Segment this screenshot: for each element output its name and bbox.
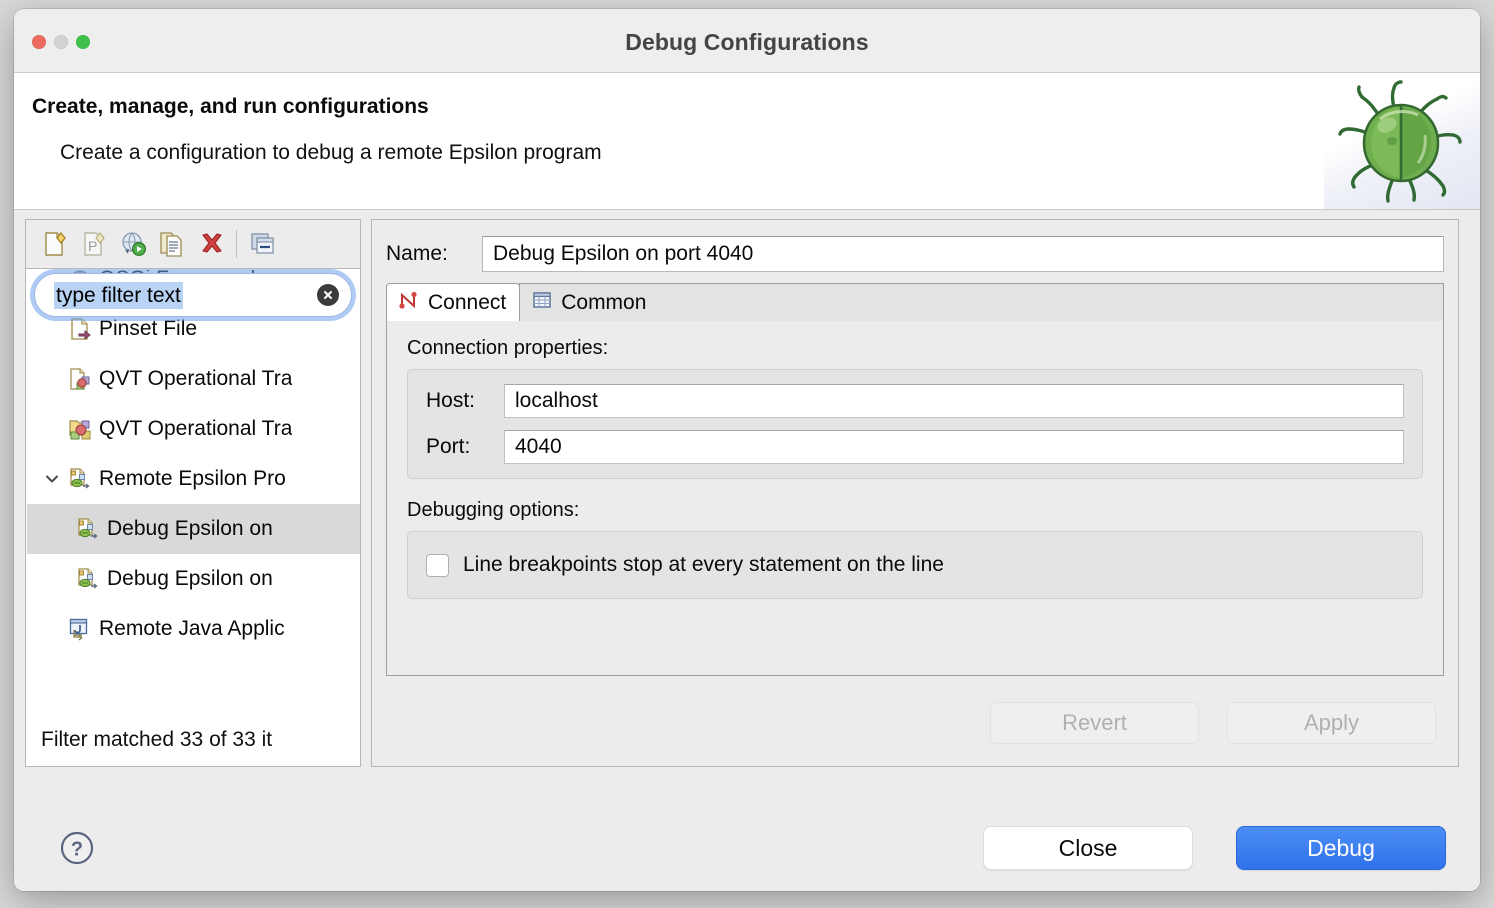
globe-run-icon (121, 232, 146, 257)
header-subtitle: Create a configuration to debug a remote… (60, 141, 602, 164)
dialog-body: P Pinset File QVT Operational Tra QVT Op… (14, 210, 1480, 830)
line-breakpoints-row[interactable]: Line breakpoints stop at every statement… (426, 546, 1404, 584)
pinset-file-icon (65, 317, 95, 341)
new-prototype-button[interactable]: P (74, 224, 113, 264)
export-launch-configuration-button[interactable] (113, 224, 152, 264)
toolbar-separator (236, 230, 237, 258)
tree-item-debug-epsilon-selected[interactable]: Debug Epsilon on (27, 504, 360, 554)
header-title: Create, manage, and run configurations (32, 95, 429, 118)
close-button[interactable]: Close (983, 826, 1193, 870)
qvt-folder-icon (65, 417, 95, 441)
tab-common-label: Common (561, 290, 647, 314)
debugging-options-label: Debugging options: (407, 499, 580, 521)
tree-item-qvt-operational-transformation-folder[interactable]: QVT Operational Tra (27, 404, 360, 454)
tab-common[interactable]: Common (519, 283, 661, 321)
debugging-options-group: Line breakpoints stop at every statement… (407, 531, 1423, 599)
delete-configuration-button[interactable] (191, 224, 230, 264)
remote-epsilon-icon (73, 567, 103, 591)
header-artwork (1324, 73, 1480, 209)
chevron-down-icon[interactable] (39, 470, 65, 488)
tree-item-label: Remote Java Applic (99, 617, 285, 640)
connect-graph-icon (398, 289, 420, 317)
dialog-header: Create, manage, and run configurations C… (14, 73, 1480, 210)
tree-item-remote-java-application[interactable]: Remote Java Applic (27, 604, 360, 654)
line-breakpoints-checkbox[interactable] (426, 553, 449, 577)
filter-input-value[interactable]: type filter text (54, 282, 183, 309)
connection-properties-label: Connection properties: (407, 337, 609, 359)
revert-apply-buttons: Revert Apply (990, 702, 1436, 744)
tree-item-label: Debug Epsilon on (107, 567, 273, 590)
tree-item-label: Debug Epsilon on (107, 517, 273, 540)
host-row: Host: localhost (426, 384, 1404, 418)
tree-item-debug-epsilon-second[interactable]: Debug Epsilon on (27, 554, 360, 604)
dialog-footer: ? Close Debug (14, 826, 1480, 891)
line-breakpoints-label: Line breakpoints stop at every statement… (463, 553, 944, 576)
remote-epsilon-icon (73, 517, 103, 541)
remote-java-icon (65, 617, 95, 641)
new-prototype-icon: P (83, 232, 105, 256)
tree-toolbar: P (26, 220, 360, 269)
connect-tab-content: Connection properties: Host: localhost P… (386, 321, 1444, 676)
host-input[interactable]: localhost (504, 384, 1404, 418)
tree-scroll-area[interactable]: OSGi Framework Pinset File (27, 270, 360, 717)
svg-text:?: ? (71, 839, 83, 861)
name-label: Name: (386, 242, 448, 265)
tree-rows: OSGi Framework Pinset File (27, 270, 360, 654)
clear-filter-icon[interactable] (317, 284, 339, 306)
tree-item-label: Pinset File (99, 317, 198, 340)
collapse-all-icon (250, 233, 274, 254)
tab-strip-filler (659, 283, 1444, 321)
port-label: Port: (426, 435, 471, 458)
tree-item-qvt-operational-transformation-file[interactable]: QVT Operational Tra (27, 354, 360, 404)
qvt-file-icon (65, 367, 95, 391)
configuration-editor-panel: Name: Debug Epsilon on port 4040 Connect (371, 219, 1459, 767)
filter-status-text: Filter matched 33 of 33 it (27, 715, 360, 765)
duplicate-configuration-button[interactable] (152, 224, 191, 264)
port-input[interactable]: 4040 (504, 430, 1404, 464)
host-label: Host: (426, 389, 476, 412)
tree-item-label: QVT Operational Tra (99, 417, 293, 440)
debug-configurations-window: Debug Configurations Create, manage, and… (14, 9, 1480, 891)
help-question-icon: ? (60, 831, 94, 865)
debug-button[interactable]: Debug (1236, 826, 1446, 870)
remote-epsilon-icon (65, 467, 95, 491)
delete-x-icon (201, 233, 222, 253)
tree-item-label: Remote Epsilon Pro (99, 467, 286, 490)
tab-connect-label: Connect (428, 290, 507, 314)
connection-properties-group: Host: localhost Port: 4040 (407, 369, 1423, 479)
svg-text:P: P (88, 238, 97, 254)
tab-connect[interactable]: Connect (386, 283, 521, 321)
tab-bar: Connect Common (386, 283, 1444, 322)
tree-item-label: QVT Operational Tra (99, 367, 293, 390)
apply-button[interactable]: Apply (1227, 702, 1436, 744)
green-bug-icon (1338, 80, 1462, 203)
configuration-name-input[interactable]: Debug Epsilon on port 4040 (482, 236, 1444, 272)
common-table-icon (531, 289, 553, 317)
window-title: Debug Configurations (625, 29, 869, 55)
help-button[interactable]: ? (57, 828, 97, 868)
duplicate-icon (159, 232, 182, 257)
filter-field-wrapper: type filter text (34, 273, 352, 317)
new-launch-configuration-button[interactable] (35, 224, 74, 264)
port-row: Port: 4040 (426, 430, 1404, 464)
tree-item-remote-epsilon-program[interactable]: Remote Epsilon Pro (27, 454, 360, 504)
new-config-icon (44, 232, 66, 256)
title-bar: Debug Configurations (14, 9, 1480, 73)
revert-button[interactable]: Revert (990, 702, 1199, 744)
name-row: Name: Debug Epsilon on port 4040 (386, 236, 1444, 272)
footer-buttons: Close Debug (983, 826, 1446, 870)
collapse-all-button[interactable] (243, 224, 282, 264)
configurations-tree-panel: P Pinset File QVT Operational Tra QVT Op… (25, 219, 361, 767)
